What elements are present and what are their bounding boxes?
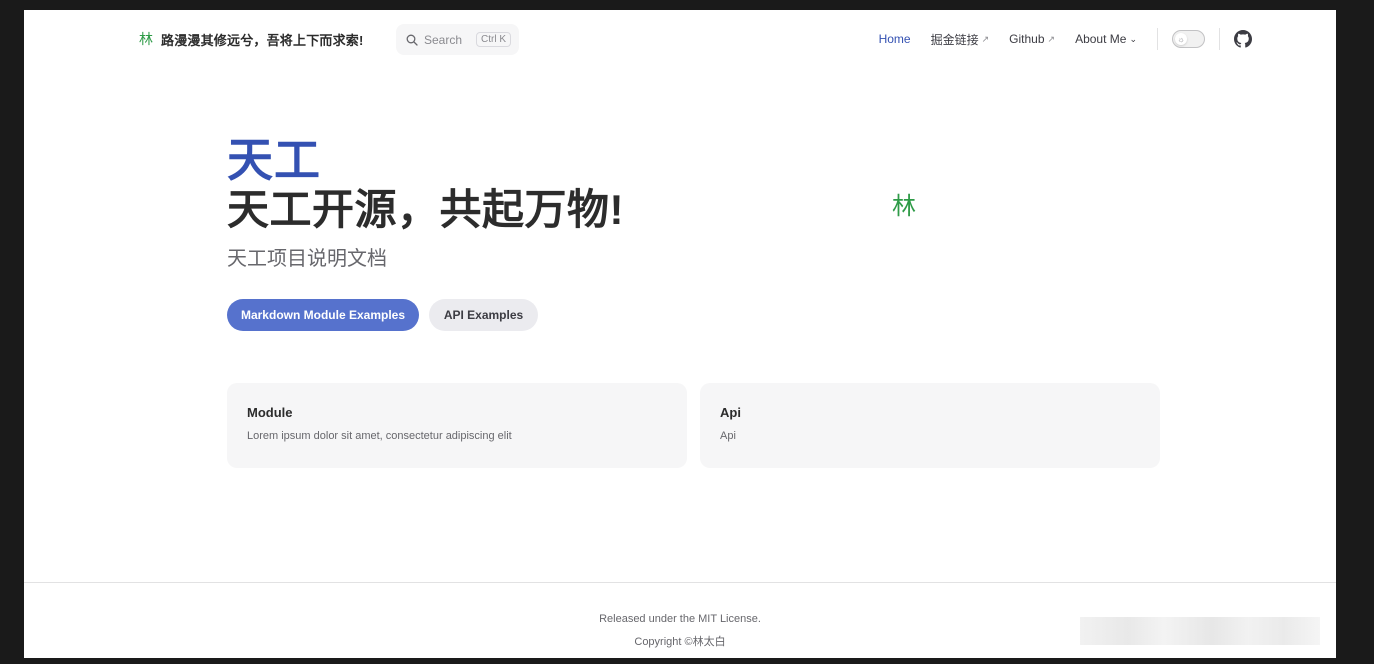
nav-item-label: Home xyxy=(878,32,911,46)
hero-logo-image: 林 xyxy=(892,192,916,220)
search-icon xyxy=(406,34,418,46)
page: 林 路漫漫其修远兮，吾将上下而求索! Search Ctrl K Home 掘金… xyxy=(24,10,1336,658)
nav-item-label: 掘金链接 xyxy=(930,32,979,47)
appearance-toggle[interactable]: ☼ xyxy=(1172,30,1205,48)
logo-icon: 林 xyxy=(139,32,153,48)
chevron-down-icon: ⌄ xyxy=(1129,33,1137,44)
external-link-icon: ↗ xyxy=(981,33,990,44)
site-brand[interactable]: 林 路漫漫其修远兮，吾将上下而求索! xyxy=(139,29,364,49)
nav-divider xyxy=(1219,28,1220,50)
feature-details: Lorem ipsum dolor sit amet, consectetur … xyxy=(247,430,512,442)
external-link-icon: ↗ xyxy=(1047,33,1056,44)
footer: Released under the MIT License. Copyrigh… xyxy=(24,582,1336,658)
feature-card-api: Api Api xyxy=(700,383,1160,468)
top-nav: 林 路漫漫其修远兮，吾将上下而求索! Search Ctrl K Home 掘金… xyxy=(24,10,1336,68)
search-label: Search xyxy=(424,32,463,47)
feature-details: Api xyxy=(720,430,736,442)
hero-text: 天工开源，共起万物! xyxy=(227,186,624,233)
nav-item-label: About Me xyxy=(1075,32,1127,46)
github-icon[interactable] xyxy=(1234,30,1252,48)
nav-menu: Home 掘金链接 ↗ Github ↗ About Me ⌄ ☼ xyxy=(879,10,1336,68)
nav-item-juejin[interactable]: 掘金链接 ↗ xyxy=(931,31,990,48)
hero-tagline: 天工项目说明文档 xyxy=(227,248,387,270)
feature-card-module: Module Lorem ipsum dolor sit amet, conse… xyxy=(227,383,687,468)
markdown-examples-button[interactable]: Markdown Module Examples xyxy=(227,299,419,331)
nav-item-github[interactable]: Github ↗ xyxy=(1009,32,1055,46)
nav-item-about-me[interactable]: About Me ⌄ xyxy=(1075,32,1137,46)
feature-title: Module xyxy=(247,405,293,420)
nav-divider xyxy=(1157,28,1158,50)
search-button[interactable]: Search Ctrl K xyxy=(396,24,519,55)
api-examples-button[interactable]: API Examples xyxy=(429,299,538,331)
search-shortcut: Ctrl K xyxy=(476,32,512,47)
nav-item-label: Github xyxy=(1009,32,1045,46)
sun-icon: ☼ xyxy=(1175,33,1187,45)
blurred-overlay xyxy=(1080,617,1320,645)
site-title: 路漫漫其修远兮，吾将上下而求索! xyxy=(161,32,364,48)
nav-item-home[interactable]: Home xyxy=(879,32,911,46)
feature-title: Api xyxy=(720,405,741,420)
